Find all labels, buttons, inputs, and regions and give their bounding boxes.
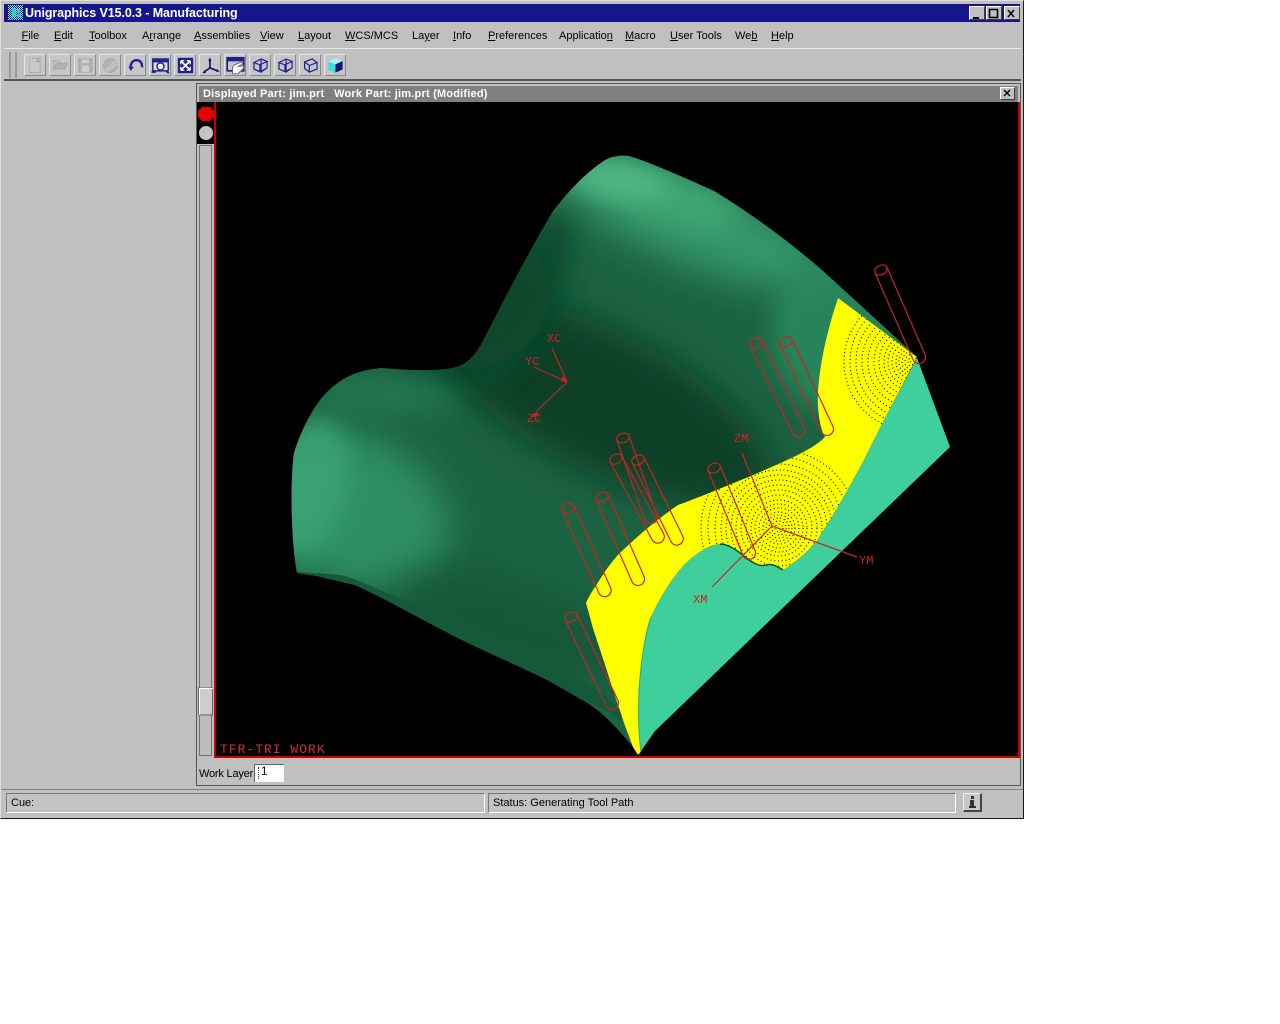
svg-text:YM: YM xyxy=(859,554,873,568)
svg-text:ZM: ZM xyxy=(734,432,748,446)
svg-text:XM: XM xyxy=(693,593,707,607)
svg-text:XC: XC xyxy=(547,332,561,346)
svg-text:YC: YC xyxy=(525,355,539,369)
svg-text:ZC: ZC xyxy=(527,412,541,426)
svg-text:TFR-TRI WORK: TFR-TRI WORK xyxy=(220,742,326,757)
